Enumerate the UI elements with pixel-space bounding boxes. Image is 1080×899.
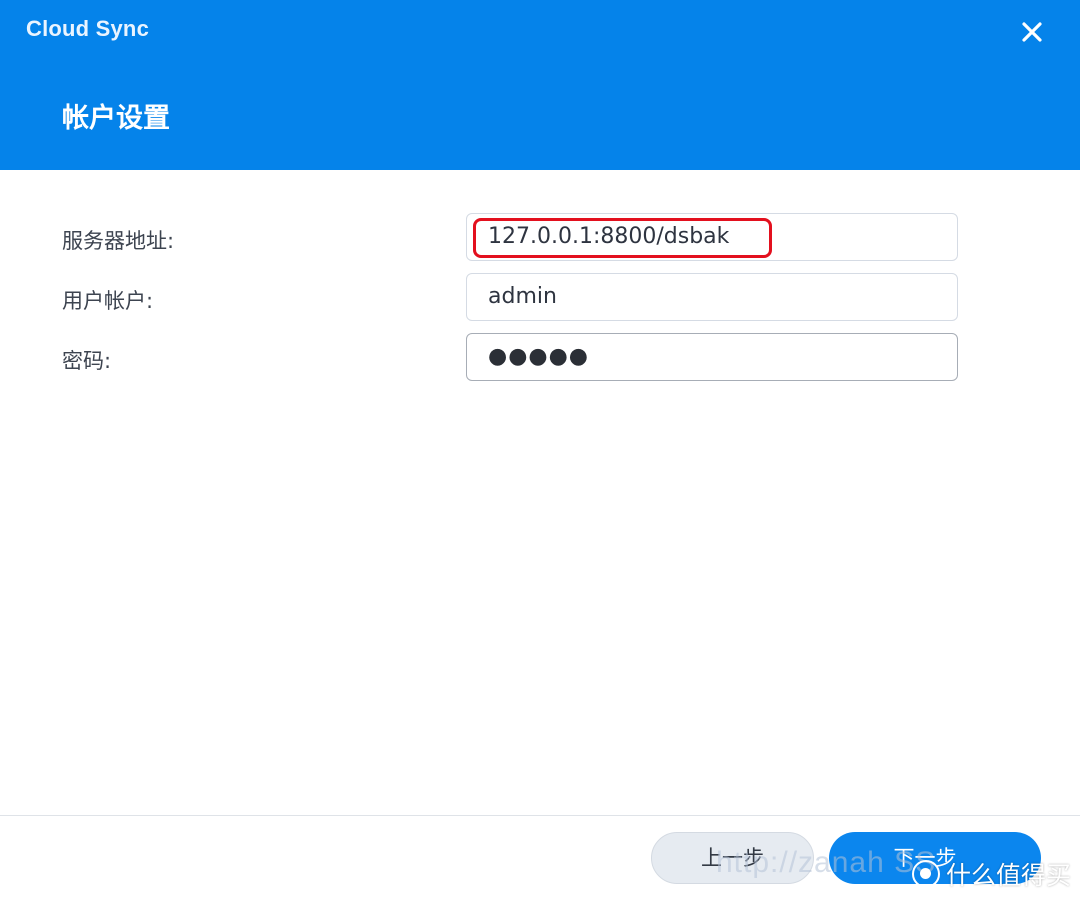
next-button[interactable]: 下一步 (829, 832, 1041, 884)
user-account-label: 用户帐户: (62, 289, 154, 313)
password-mask: ●●●●● (488, 344, 589, 369)
server-address-label: 服务器地址: (62, 229, 175, 253)
user-account-input[interactable]: admin (466, 273, 958, 321)
close-button[interactable] (1012, 12, 1052, 52)
previous-button[interactable]: 上一步 (651, 832, 814, 884)
dialog-header: Cloud Sync 帐户设置 (0, 0, 1080, 170)
password-label: 密码: (62, 349, 112, 373)
password-row: 密码: ●●●●● (0, 333, 1080, 383)
server-address-row: 服务器地址: 127.0.0.1:8800/dsbak (0, 213, 1080, 263)
dialog-title: 帐户设置 (62, 103, 170, 134)
password-input[interactable]: ●●●●● (466, 333, 958, 381)
footer-divider (0, 815, 1080, 816)
user-account-row: 用户帐户: admin (0, 273, 1080, 323)
close-icon (1022, 22, 1042, 42)
server-address-input[interactable]: 127.0.0.1:8800/dsbak (466, 213, 958, 261)
app-title: Cloud Sync (26, 16, 150, 41)
